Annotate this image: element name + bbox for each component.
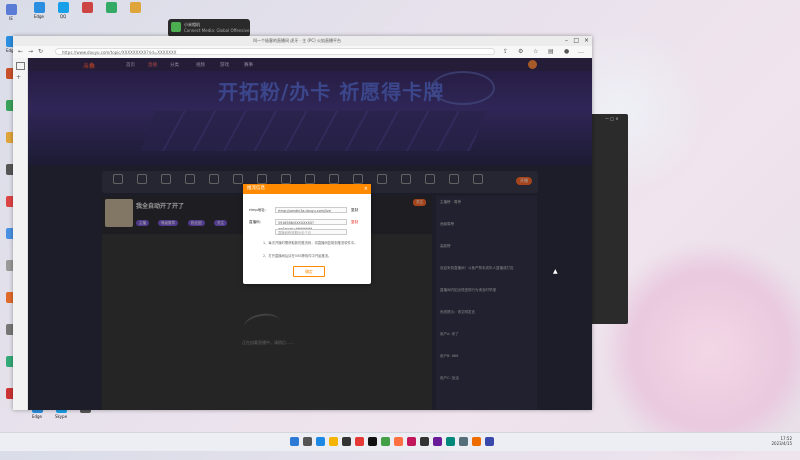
notification-body: Connect Media: Global Offensive	[184, 28, 250, 33]
forward-icon[interactable]: →	[28, 48, 33, 55]
taskbar: 17:52 2023/4/15	[0, 432, 800, 451]
taskbar-app-icon[interactable]	[381, 437, 390, 446]
system-clock[interactable]: 17:52 2023/4/15	[771, 436, 792, 446]
desktop-icon-label: IE	[9, 16, 13, 21]
taskbar-app-icon[interactable]	[355, 437, 364, 446]
taskbar-app-icon[interactable]	[485, 437, 494, 446]
app-icon	[171, 22, 181, 32]
window-title: 叫一个极客的直播间 虎牙 · 主 (PC) 火焰直播平台	[253, 38, 341, 43]
url-input[interactable]: https://www.douyu.com/topic/XXXXXXXXX?ri…	[55, 48, 495, 55]
taskbar-app-icon[interactable]	[368, 437, 377, 446]
taskbar-app-icon[interactable]	[420, 437, 429, 446]
new-tab-icon[interactable]: +	[16, 74, 21, 81]
close-button[interactable]: ×	[584, 37, 589, 44]
desktop-icon-label: QQ	[59, 14, 67, 19]
desktop-icon-label: Skype	[54, 414, 68, 419]
back-icon[interactable]: ←	[18, 48, 23, 55]
favorites-icon[interactable]: ☆	[533, 48, 538, 55]
taskbar-app-icon[interactable]	[407, 437, 416, 446]
app-icon	[81, 2, 93, 13]
desktop-icon-label: Edge	[33, 14, 45, 19]
note-2: 2、打开直播间后请在OBS等软件中开始推流。	[263, 254, 332, 258]
notification-toast[interactable]: 小米相机 Connect Media: Global Offensive	[168, 19, 250, 37]
desktop-icon[interactable]	[100, 2, 122, 14]
taskbar-app-icon[interactable]	[303, 437, 312, 446]
menu-icon[interactable]: …	[578, 48, 584, 55]
title-bar: 叫一个极客的直播间 虎牙 · 主 (PC) 火焰直播平台 – □ ×	[13, 36, 592, 46]
rtmp-label: rtmp地址：	[249, 208, 269, 212]
vertical-sidebar: +	[13, 58, 28, 410]
app-icon	[129, 2, 141, 13]
taskbar-app-icon[interactable]	[290, 437, 299, 446]
taskbar-app-icon[interactable]	[394, 437, 403, 446]
desktop-icon[interactable]: Edge	[28, 2, 50, 19]
stream-info-dialog: 推流信息 × rtmp地址： rtmp://sendtc3a.douyu.com…	[243, 184, 371, 284]
app-icon	[5, 4, 17, 15]
taskbar-app-icon[interactable]	[459, 437, 468, 446]
extensions-icon[interactable]: ⚙	[518, 48, 523, 55]
dialog-header: 推流信息 ×	[243, 184, 371, 194]
copy-key-button[interactable]: 复制	[351, 220, 358, 225]
desktop-icon-label: Edge	[31, 414, 43, 419]
validity-select[interactable]: 直播码有效期为半个月	[275, 229, 347, 235]
copy-rtmp-button[interactable]: 复制	[351, 208, 358, 213]
taskbar-app-icon[interactable]	[433, 437, 442, 446]
app-icon	[57, 2, 69, 13]
desktop-icon[interactable]: QQ	[52, 2, 74, 19]
maximize-button[interactable]: □	[573, 37, 579, 44]
mouse-cursor-icon: ▲	[553, 268, 558, 275]
note-1: 1、每次开播时需获取新的推流码，将直播码复制到推流软件中。	[263, 241, 358, 245]
app-icon	[105, 2, 117, 13]
rtmp-url-field[interactable]: rtmp://sendtc3a.douyu.com/live	[275, 207, 347, 213]
window-controls[interactable]: — □ ×	[605, 116, 619, 121]
wallpaper-bloom	[600, 240, 800, 460]
taskbar-app-icon[interactable]	[472, 437, 481, 446]
desktop-icon[interactable]	[76, 2, 98, 14]
minimize-button[interactable]: –	[565, 37, 568, 44]
taskbar-app-icon[interactable]	[316, 437, 325, 446]
tabs-icon[interactable]	[16, 62, 25, 70]
taskbar-app-icon[interactable]	[329, 437, 338, 446]
share-icon[interactable]: ⇪	[503, 48, 508, 55]
confirm-button[interactable]: 确定	[293, 266, 325, 277]
dialog-title: 推流信息	[247, 186, 265, 191]
profile-icon[interactable]: ●	[564, 48, 569, 55]
stream-key-field[interactable]: 5916586rXXXXXXXX?wsSecret=**********	[275, 219, 347, 231]
clock-date: 2023/4/15	[771, 441, 792, 446]
collections-icon[interactable]: ▤	[548, 48, 554, 55]
refresh-icon[interactable]: ↻	[38, 48, 43, 55]
close-icon[interactable]: ×	[364, 184, 368, 194]
taskbar-app-icon[interactable]	[446, 437, 455, 446]
desktop-icon[interactable]	[124, 2, 146, 14]
taskbar-app-icon[interactable]	[342, 437, 351, 446]
stream-key-label: 直播码：	[249, 220, 264, 224]
desktop-icon[interactable]: IE	[0, 4, 22, 21]
app-icon	[33, 2, 45, 13]
